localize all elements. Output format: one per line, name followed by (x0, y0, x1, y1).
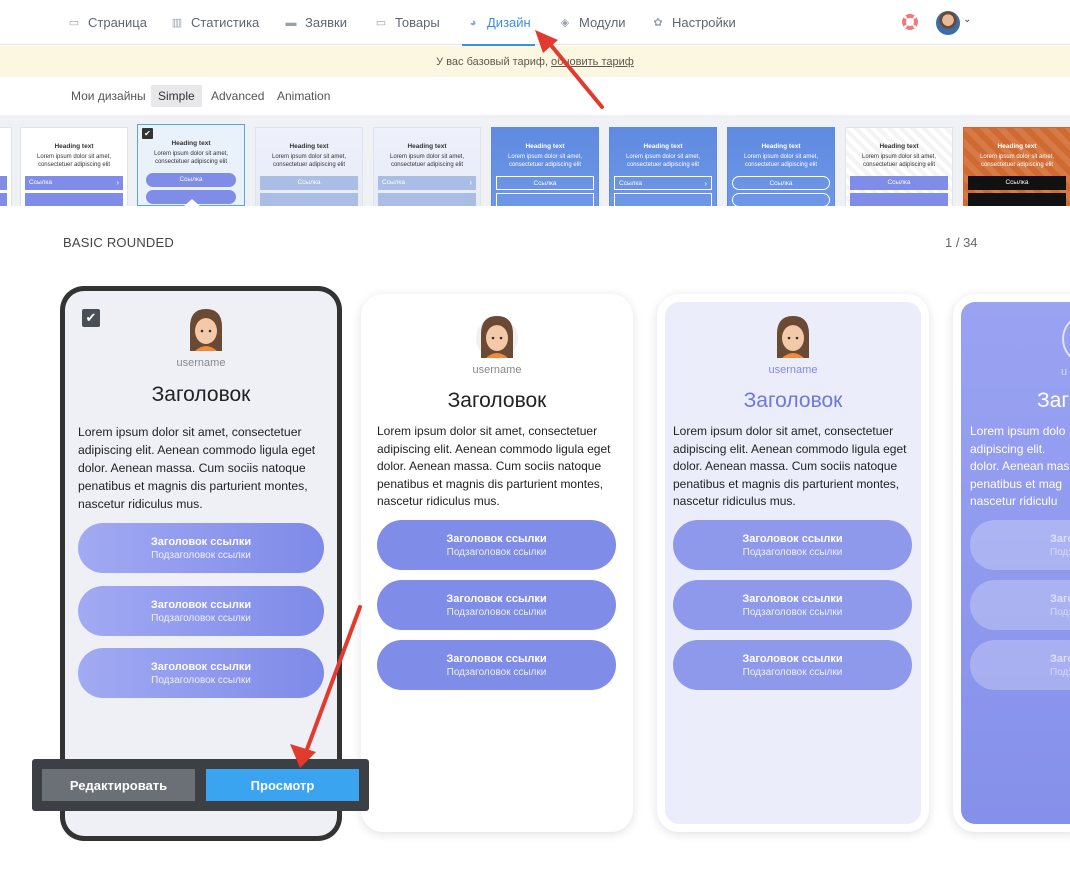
requests-icon: ▬ (285, 16, 297, 29)
design-thumbnails-strip[interactable]: Heading text Lorem ipsum dolor sit amet,… (0, 115, 1070, 206)
design-thumbnail-selected[interactable]: ✔ Heading text Lorem ipsum dolor sit ame… (137, 124, 245, 206)
design-thumbnail[interactable]: Heading text Lorem ipsum dolor sit amet,… (255, 127, 363, 206)
checkbox-checked-icon: ✔ (142, 128, 153, 139)
avatar (190, 309, 222, 351)
link-button[interactable]: ЗаголПодзаг (970, 520, 1070, 570)
checkbox-checked-icon: ✔ (82, 309, 100, 327)
design-category-tabs: Мои дизайны Simple Advanced Animation (0, 77, 1070, 115)
top-navigation: ▭ Страница ▥ Статистика ▬ Заявки ▭ Товар… (0, 0, 1070, 46)
chevron-right-icon: › (116, 177, 119, 187)
link-button[interactable]: Заголовок ссылки Подзаголовок ссылки (78, 523, 324, 573)
design-thumbnail[interactable]: Heading text Lorem ipsum dolor sit amet,… (0, 127, 12, 206)
avatar (476, 316, 518, 359)
link-button[interactable]: Заголовок ссылки Подзаголовок ссылки (377, 640, 616, 690)
palette-icon: ◕ (469, 16, 477, 29)
link-button[interactable]: Заголовок ссылки Подзаголовок ссылки (78, 586, 324, 636)
link-button[interactable]: Заголовок ссылки Подзаголовок ссылки (377, 520, 616, 570)
link-button[interactable]: Заголовок ссылки Подзаголовок ссылки (673, 640, 912, 690)
design-thumbnail[interactable]: Heading text Lorem ipsum dolor sit amet,… (727, 127, 835, 206)
design-thumbnail[interactable]: Heading text Lorem ipsum dolor sit amet,… (491, 127, 599, 206)
gear-icon: ✿ (653, 17, 663, 29)
design-preview[interactable]: u Заг Lorem ipsum dolo adipiscing elit. … (953, 294, 1070, 832)
nav-item-stats[interactable]: ▥ Статистика (170, 0, 259, 45)
avatar (1062, 316, 1070, 362)
tab-simple[interactable]: Simple (151, 85, 202, 107)
chevron-right-icon: › (469, 177, 472, 187)
link-button[interactable]: Заголовок ссылки Подзаголовок ссылки (673, 580, 912, 630)
products-icon: ▭ (375, 17, 387, 29)
tab-advanced[interactable]: Advanced (204, 85, 271, 107)
tab-my-designs[interactable]: Мои дизайны (64, 85, 153, 107)
avatar (777, 316, 809, 358)
nav-item-products[interactable]: ▭ Товары (374, 0, 440, 45)
tab-animation[interactable]: Animation (270, 85, 337, 107)
help-lifebuoy-icon[interactable] (902, 14, 918, 30)
upgrade-tariff-link[interactable]: обновить тариф (551, 56, 634, 68)
page-icon: ▭ (68, 17, 80, 29)
design-action-bar: Редактировать Просмотр (32, 759, 369, 811)
preview-button[interactable]: Просмотр (206, 769, 359, 801)
nav-item-settings[interactable]: ✿ Настройки (651, 0, 735, 45)
user-avatar[interactable] (936, 11, 960, 35)
nav-item-requests[interactable]: ▬ Заявки (284, 0, 347, 45)
link-button[interactable]: ЗаголПодзаг (970, 640, 1070, 690)
design-preview[interactable]: username Заголовок Lorem ipsum dolor sit… (657, 294, 929, 832)
chevron-down-icon[interactable]: ⌄ (963, 14, 971, 25)
design-thumbnail[interactable]: Heading text Lorem ipsum dolor sit amet,… (963, 127, 1070, 206)
design-thumbnail[interactable]: Heading text Lorem ipsum dolor sit amet,… (20, 127, 128, 206)
link-button[interactable]: Заголовок ссылки Подзаголовок ссылки (377, 580, 616, 630)
modules-icon: ◈ (560, 17, 570, 29)
design-pager: 1 / 34 (945, 235, 978, 250)
link-button[interactable]: Заголовок ссылки Подзаголовок ссылки (673, 520, 912, 570)
stats-icon: ▥ (171, 17, 183, 29)
nav-item-modules[interactable]: ◈ Модули (558, 0, 626, 45)
design-preview[interactable]: username Заголовок Lorem ipsum dolor sit… (361, 294, 633, 832)
design-thumbnail[interactable]: Heading text Lorem ipsum dolor sit amet,… (373, 127, 481, 206)
link-button[interactable]: ЗаголПодзаг (970, 580, 1070, 630)
design-name: BASIC ROUNDED (63, 235, 174, 250)
text-partial: Lorem ipsum dolo adipiscing elit. dolor.… (970, 424, 1070, 508)
design-preview-selected[interactable]: ✔ username Заголовок Lorem ipsum dolor s… (60, 286, 342, 841)
nav-item-design[interactable]: ◕ Дизайн (462, 0, 535, 46)
chevron-right-icon: › (704, 178, 707, 188)
tariff-banner: У вас базовый тариф, обновить тариф (0, 46, 1070, 77)
selection-pointer (184, 199, 200, 206)
design-thumbnail[interactable]: Heading text Lorem ipsum dolor sit amet,… (845, 127, 953, 206)
link-button[interactable]: Заголовок ссылки Подзаголовок ссылки (78, 648, 324, 698)
design-thumbnail[interactable]: Heading text Lorem ipsum dolor sit amet,… (609, 127, 717, 206)
edit-button[interactable]: Редактировать (42, 769, 195, 801)
nav-item-page[interactable]: ▭ Страница (67, 0, 147, 45)
username-partial: u (1061, 366, 1068, 378)
